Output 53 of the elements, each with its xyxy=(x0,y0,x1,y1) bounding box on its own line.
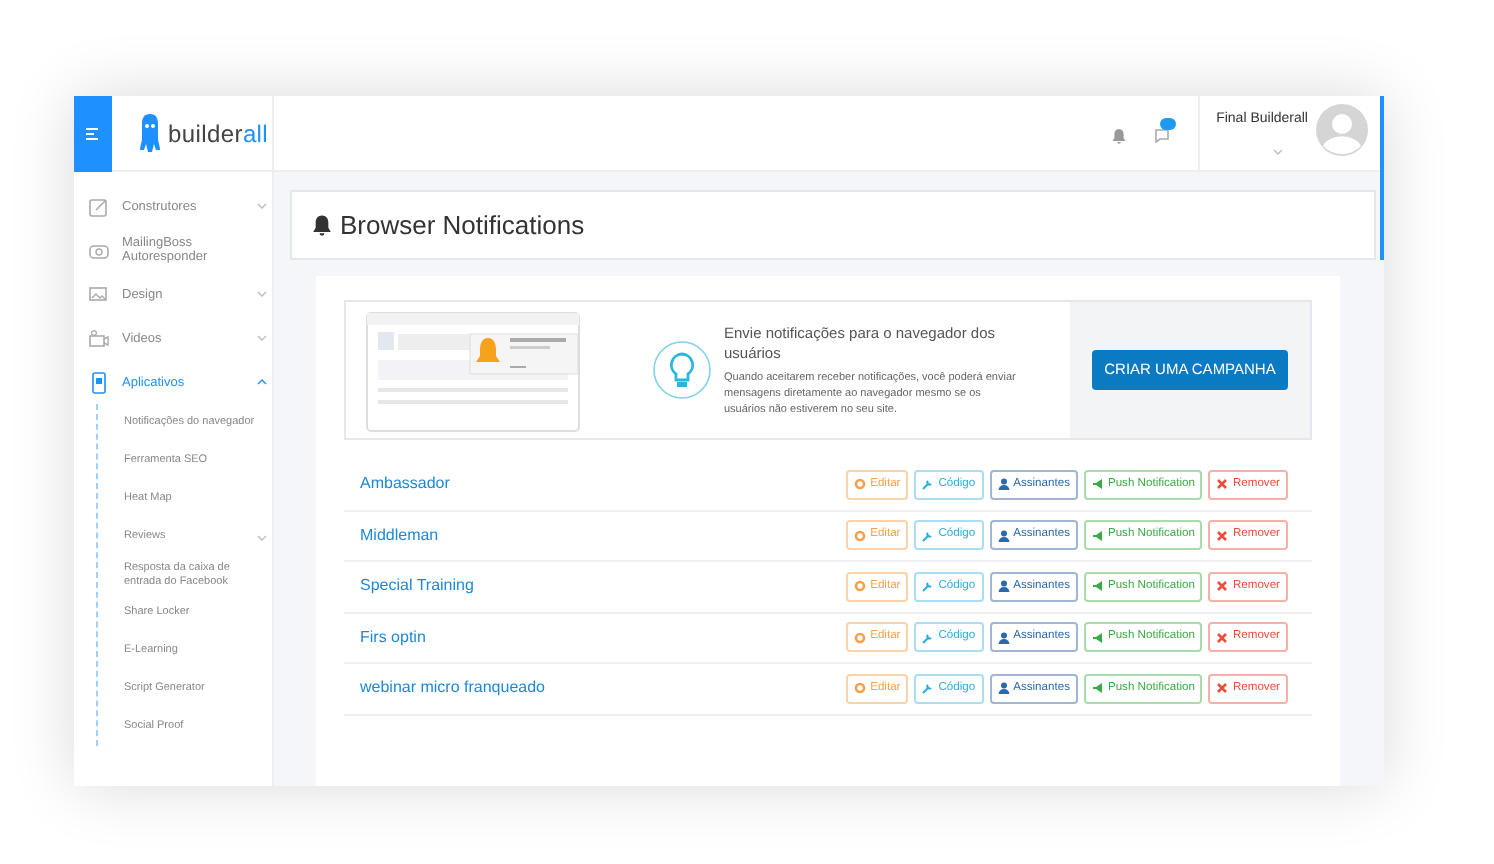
megaphone-icon xyxy=(1091,529,1104,542)
megaphone-icon xyxy=(1091,631,1104,644)
close-icon xyxy=(1216,682,1229,695)
wrench-icon xyxy=(922,580,935,593)
person-icon xyxy=(997,682,1010,695)
megaphone-icon xyxy=(1091,682,1104,695)
gear-icon xyxy=(854,580,867,593)
person-icon xyxy=(997,478,1010,491)
bell-icon xyxy=(312,214,332,236)
menu-icon xyxy=(86,127,100,139)
edit-icon xyxy=(88,195,110,217)
campaign-name[interactable]: Special Training xyxy=(360,574,847,599)
close-icon xyxy=(1216,580,1229,593)
lightbulb-icon xyxy=(652,340,712,400)
person-icon xyxy=(997,580,1010,593)
chevron-icon[interactable] xyxy=(256,378,268,386)
gear-icon xyxy=(854,631,867,644)
logo-text: builderall xyxy=(168,117,269,151)
wrench-icon xyxy=(922,682,935,695)
chevron-icon[interactable] xyxy=(256,290,268,298)
campaign-name[interactable]: Firs optin xyxy=(360,625,847,650)
close-icon xyxy=(1216,478,1229,491)
campaign-name[interactable]: Ambassador xyxy=(360,472,847,497)
gear-icon xyxy=(854,529,867,542)
megaphone-icon xyxy=(1091,478,1104,491)
wrench-icon xyxy=(922,478,935,491)
chevron-icon[interactable] xyxy=(256,334,268,342)
page-title: Browser Notifications xyxy=(340,207,585,244)
wrench-icon xyxy=(922,529,935,542)
gear-icon xyxy=(854,478,867,491)
avatar-icon[interactable] xyxy=(1316,103,1368,155)
camera-icon xyxy=(88,327,110,349)
gear-icon xyxy=(854,682,867,695)
campaign-name[interactable]: webinar micro franqueado xyxy=(360,676,847,701)
bell-icon[interactable] xyxy=(1112,127,1127,143)
caret-icon[interactable] xyxy=(1272,148,1284,156)
envelope-icon xyxy=(88,239,110,261)
octopus-logo-icon xyxy=(140,113,160,153)
menu-button[interactable] xyxy=(74,96,112,171)
wrench-icon xyxy=(922,631,935,644)
chat-icon[interactable] xyxy=(1154,128,1171,144)
notification-badge xyxy=(1160,118,1177,130)
person-icon xyxy=(997,529,1010,542)
chevron-icon[interactable] xyxy=(256,202,268,210)
scrollbar-thumb[interactable] xyxy=(1380,96,1384,260)
megaphone-icon xyxy=(1091,580,1104,593)
close-icon xyxy=(1216,631,1229,644)
close-icon xyxy=(1216,529,1229,542)
campaign-name[interactable]: Middleman xyxy=(360,523,847,548)
chevron-icon[interactable] xyxy=(256,533,268,541)
image-icon xyxy=(88,283,110,305)
phone-icon xyxy=(88,371,110,393)
person-icon xyxy=(997,631,1010,644)
